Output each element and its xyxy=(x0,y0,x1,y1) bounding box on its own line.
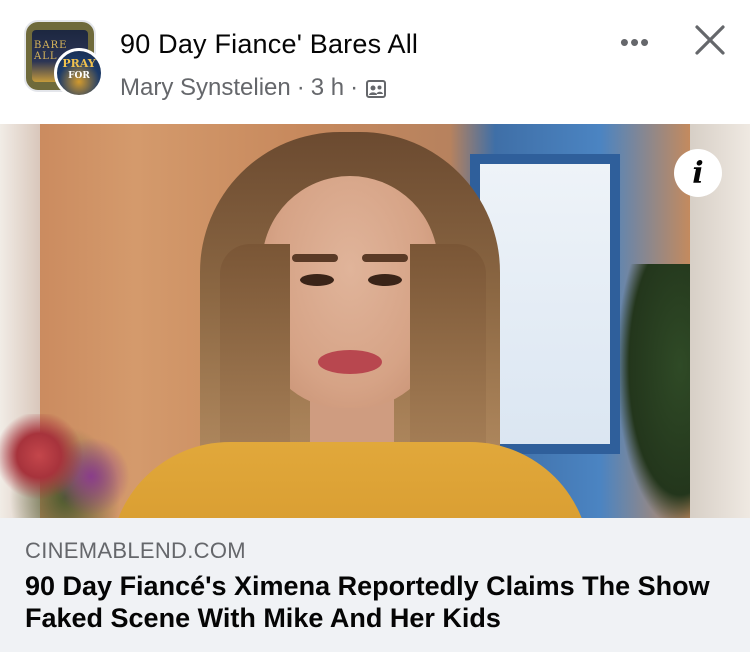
group-privacy-icon xyxy=(364,77,388,101)
user-avatar-text-bottom: FOR xyxy=(68,71,90,81)
meta-separator: · xyxy=(296,74,305,101)
person-eyebrow xyxy=(362,254,408,262)
user-avatar-text-top: PRAY xyxy=(62,57,96,70)
person-eyebrow xyxy=(292,254,338,262)
post-meta: Mary Synstelien · 3 h · xyxy=(120,73,388,103)
close-icon[interactable] xyxy=(688,18,732,62)
person-eye xyxy=(368,274,402,286)
post-header: BARE ALL PRAY FOR 90 Day Fiance' Bares A… xyxy=(0,0,750,124)
meta-separator: · xyxy=(350,74,359,101)
more-options-button[interactable]: ••• xyxy=(612,22,658,62)
background-flowers xyxy=(0,414,130,518)
group-name-link[interactable]: 90 Day Fiance' Bares All xyxy=(120,29,418,60)
info-icon[interactable]: i xyxy=(674,149,722,197)
post-timestamp[interactable]: 3 h xyxy=(311,74,344,102)
user-avatar[interactable]: PRAY FOR xyxy=(54,48,104,98)
person-lips xyxy=(318,350,382,374)
link-title[interactable]: 90 Day Fiancé's Ximena Reportedly Claims… xyxy=(25,570,725,634)
link-domain: CINEMABLEND.COM xyxy=(25,538,246,563)
avatar[interactable]: BARE ALL PRAY FOR xyxy=(24,20,104,100)
link-preview-image[interactable] xyxy=(0,124,750,518)
person-eye xyxy=(300,274,334,286)
author-name-link[interactable]: Mary Synstelien xyxy=(120,74,291,102)
person-shirt xyxy=(110,442,590,518)
